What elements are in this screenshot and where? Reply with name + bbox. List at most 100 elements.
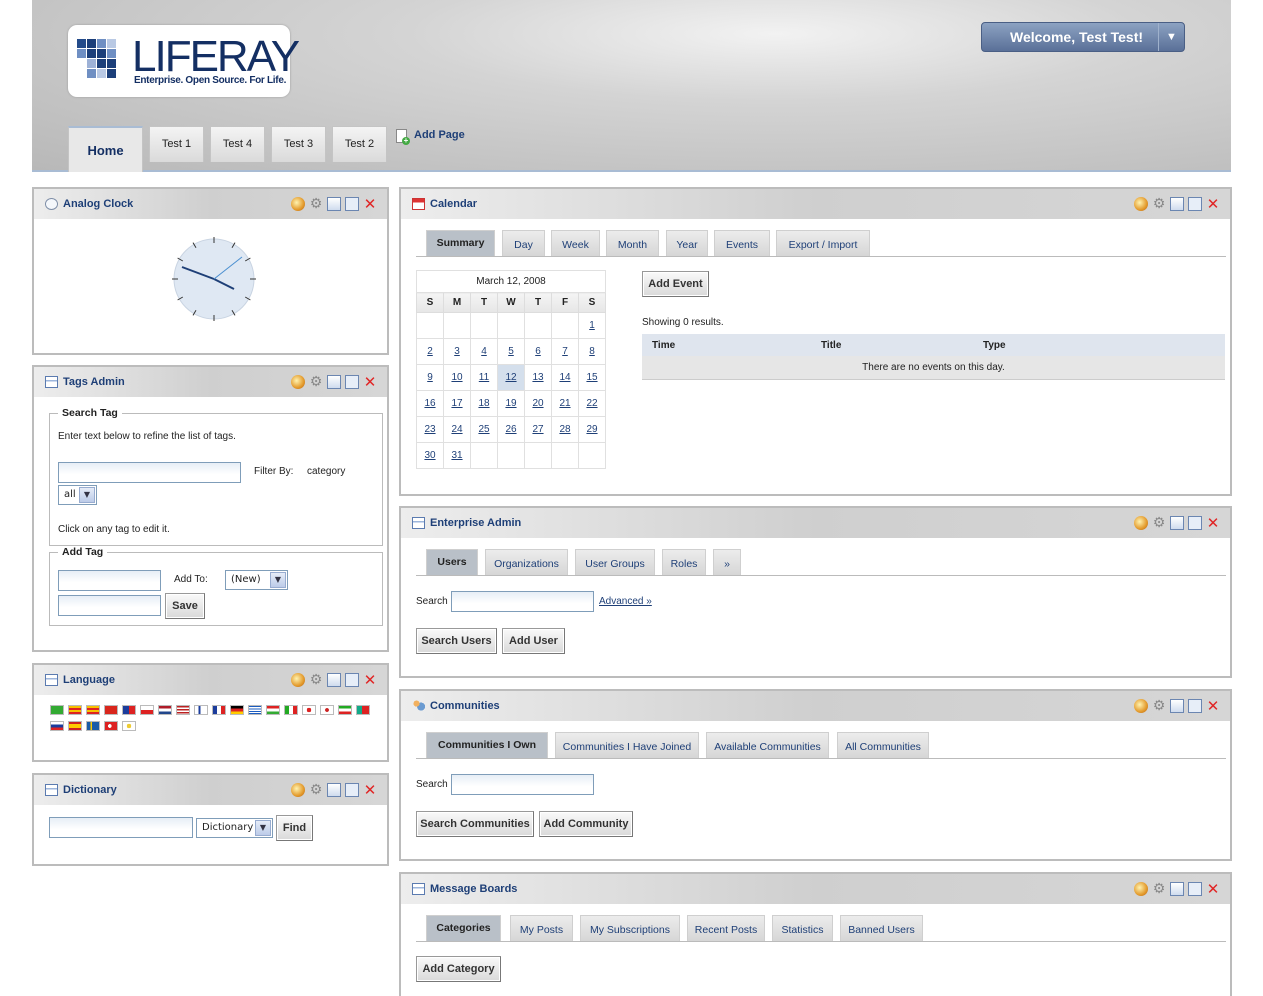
calendar-day-link[interactable]: 26 [505,424,516,435]
tab-organizations[interactable]: Organizations [485,549,568,575]
calendar-day-link[interactable]: 7 [562,346,568,357]
tab-available-communities[interactable]: Available Communities [706,732,829,758]
catalan-flag-icon[interactable] [86,705,100,715]
tab-week[interactable]: Week [551,230,600,256]
minimize-icon[interactable] [327,375,341,389]
calendar-day-link[interactable]: 23 [424,424,435,435]
arabic-flag-icon[interactable] [50,705,64,715]
calendar-day-link[interactable]: 30 [424,450,435,461]
dropdown-arrow-icon[interactable]: ▼ [1158,23,1184,51]
tab-users[interactable]: Users [426,549,478,575]
advanced-search-link[interactable]: Advanced » [599,596,652,607]
taiwan-flag-icon[interactable] [122,705,136,715]
minimize-icon[interactable] [1170,516,1184,530]
finnish-flag-icon[interactable] [194,705,208,715]
calendar-day-link[interactable]: 20 [532,398,543,409]
configuration-icon[interactable]: ⚙ [1152,882,1166,896]
tab-my-subscriptions[interactable]: My Subscriptions [580,915,680,941]
maximize-icon[interactable] [1188,882,1202,896]
tab-communities-joined[interactable]: Communities I Have Joined [555,732,699,758]
calendar-day-link[interactable]: 4 [481,346,487,357]
look-and-feel-icon[interactable] [1134,699,1148,713]
dictionary-select[interactable]: Dictionary ▼ [196,818,273,838]
tab-events[interactable]: Events [714,230,770,256]
look-and-feel-icon[interactable] [291,673,305,687]
tab-more[interactable]: » [713,549,741,575]
maximize-icon[interactable] [345,783,359,797]
look-and-feel-icon[interactable] [1134,197,1148,211]
catalan-flag-icon[interactable] [68,705,82,715]
maximize-icon[interactable] [1188,197,1202,211]
calendar-day-link[interactable]: 8 [589,346,595,357]
calendar-day-link[interactable]: 18 [478,398,489,409]
column-title[interactable]: Title [821,340,841,351]
maximize-icon[interactable] [345,197,359,211]
close-icon[interactable]: ✕ [363,783,377,798]
portuguese-flag-icon[interactable] [356,705,370,715]
community-search-input[interactable] [451,774,594,795]
calendar-day-link[interactable]: 12 [505,372,516,383]
configuration-icon[interactable]: ⚙ [309,673,323,687]
calendar-day-link[interactable]: 5 [508,346,514,357]
liferay-logo[interactable]: LIFERAY Enterprise. Open Source. For Lif… [68,25,300,97]
dictionary-search-input[interactable] [49,817,193,838]
add-event-button[interactable]: Add Event [642,271,709,297]
maximize-icon[interactable] [1188,699,1202,713]
calendar-day-link[interactable]: 10 [451,372,462,383]
configuration-icon[interactable]: ⚙ [309,375,323,389]
calendar-day-link[interactable]: 13 [532,372,543,383]
tab-export-import[interactable]: Export / Import [776,230,870,256]
russian-flag-icon[interactable] [50,721,64,731]
tab-communities-i-own[interactable]: Communities I Own [426,732,548,758]
configuration-icon[interactable]: ⚙ [309,197,323,211]
close-icon[interactable]: ✕ [1206,882,1220,897]
user-search-input[interactable] [451,591,594,612]
look-and-feel-icon[interactable] [291,197,305,211]
calendar-day-link[interactable]: 19 [505,398,516,409]
configuration-icon[interactable]: ⚙ [1152,699,1166,713]
czech-flag-icon[interactable] [140,705,154,715]
close-icon[interactable]: ✕ [363,197,377,212]
tab-test-3[interactable]: Test 3 [271,126,326,162]
calendar-day-link[interactable]: 16 [424,398,435,409]
maximize-icon[interactable] [345,375,359,389]
persian-flag-icon[interactable] [338,705,352,715]
calendar-day-link[interactable]: 31 [451,450,462,461]
korean-flag-icon[interactable] [320,705,334,715]
calendar-day-link[interactable]: 2 [427,346,433,357]
welcome-menu-button[interactable]: Welcome, Test Test! ▼ [981,22,1185,52]
calendar-day-link[interactable]: 21 [559,398,570,409]
japanese-flag-icon[interactable] [302,705,316,715]
close-icon[interactable]: ✕ [1206,516,1220,531]
turkish-flag-icon[interactable] [104,721,118,731]
tab-year[interactable]: Year [666,230,708,256]
calendar-day-link[interactable]: 17 [451,398,462,409]
tab-test-4[interactable]: Test 4 [210,126,265,162]
greek-flag-icon[interactable] [248,705,262,715]
column-time[interactable]: Time [652,340,675,351]
tab-statistics[interactable]: Statistics [772,915,833,941]
close-icon[interactable]: ✕ [1206,197,1220,212]
calendar-day-link[interactable]: 1 [589,320,595,331]
close-icon[interactable]: ✕ [363,375,377,390]
calendar-day-link[interactable]: 14 [559,372,570,383]
calendar-day-link[interactable]: 29 [586,424,597,435]
search-communities-button[interactable]: Search Communities [416,811,534,837]
minimize-icon[interactable] [1170,699,1184,713]
maximize-icon[interactable] [1188,516,1202,530]
tab-test-1[interactable]: Test 1 [149,126,204,162]
look-and-feel-icon[interactable] [1134,882,1148,896]
calendar-day-link[interactable]: 11 [479,372,489,383]
look-and-feel-icon[interactable] [291,375,305,389]
close-icon[interactable]: ✕ [1206,699,1220,714]
calendar-day-link[interactable]: 3 [454,346,460,357]
tab-categories[interactable]: Categories [426,915,501,941]
minimize-icon[interactable] [1170,197,1184,211]
maximize-icon[interactable] [345,673,359,687]
calendar-day-link[interactable]: 28 [559,424,570,435]
tab-test-2[interactable]: Test 2 [332,126,387,162]
find-button[interactable]: Find [276,815,313,841]
close-icon[interactable]: ✕ [363,673,377,688]
tab-my-posts[interactable]: My Posts [510,915,573,941]
tab-recent-posts[interactable]: Recent Posts [687,915,765,941]
